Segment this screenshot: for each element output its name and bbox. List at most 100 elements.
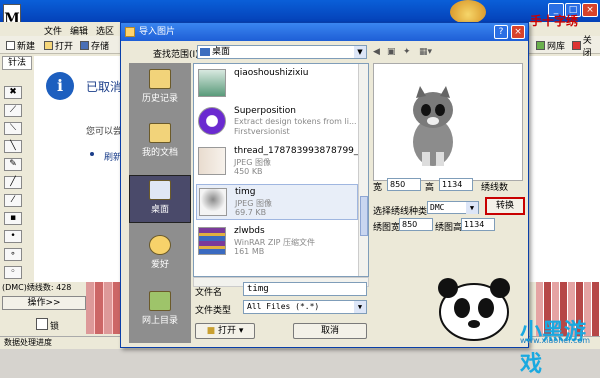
- image-preview: [373, 63, 523, 181]
- stitch-height-label: 绣图高: [435, 223, 463, 233]
- place-network[interactable]: 网上目录: [129, 287, 191, 335]
- backstitch-tool[interactable]: ╲: [4, 140, 22, 153]
- half-stitch-tool[interactable]: ⟋: [4, 104, 22, 117]
- history-icon: [149, 69, 171, 89]
- brand-label: 手十字绣: [530, 14, 579, 28]
- close-app-button[interactable]: 关闭: [572, 36, 600, 59]
- stitch-width-label: 绣图宽: [373, 223, 401, 233]
- quarter-stitch-tool[interactable]: ⟍: [4, 122, 22, 135]
- vertical-scrollbar[interactable]: [358, 64, 368, 276]
- folder-icon: ■: [206, 326, 218, 336]
- dialog-titlebar: 导入图片 ? ×: [121, 23, 528, 41]
- tab-stitch[interactable]: 针法: [2, 56, 32, 70]
- desktop-icon: [149, 180, 171, 200]
- width-field: 850: [387, 178, 421, 191]
- select-kind-label: 选择绣线种类: [373, 207, 428, 217]
- tool-palette: ✖ ⟋ ⟍ ╲ ✎ ╱ ⁄ ▪ • ∘ ◦: [4, 86, 24, 284]
- info-icon: i: [46, 72, 74, 100]
- convert-button[interactable]: 转换: [485, 197, 525, 215]
- stitch-width-input[interactable]: 850: [399, 218, 433, 231]
- thread-count-label: 绣线数: [481, 183, 509, 193]
- place-desktop[interactable]: 桌面: [129, 175, 191, 223]
- cancel-button[interactable]: 取消: [293, 323, 367, 339]
- stitch-height-input[interactable]: 1134: [461, 218, 495, 231]
- eraser-tool[interactable]: ◦: [4, 266, 22, 279]
- network-icon: [149, 291, 171, 311]
- favorites-icon: [149, 235, 171, 255]
- color-palette[interactable]: [86, 282, 120, 334]
- open-button[interactable]: ■ 打开 ▾: [195, 323, 255, 339]
- file-thumbnail: [198, 147, 226, 175]
- chevron-down-icon[interactable]: ▼: [354, 46, 366, 58]
- help-button[interactable]: ?: [494, 25, 508, 39]
- look-in-select[interactable]: 桌面 ▼: [197, 45, 367, 59]
- fill-tool[interactable]: ▪: [4, 212, 22, 225]
- watermark-url: www.xiaohei.com: [520, 336, 591, 345]
- window-close-button[interactable]: ×: [582, 3, 598, 17]
- file-thumbnail: [198, 107, 226, 135]
- new-folder-icon[interactable]: ✦: [403, 47, 414, 57]
- thread-count-readout: (DMC)绣线数: 428: [2, 283, 72, 292]
- cross-stitch-tool[interactable]: ✖: [4, 86, 22, 99]
- panda-logo: [438, 278, 510, 341]
- thread-kind-select[interactable]: DMC ▼: [427, 201, 479, 214]
- operate-button[interactable]: 操作>>: [2, 296, 86, 310]
- right-panel: [528, 56, 600, 282]
- new-icon: [6, 41, 15, 50]
- line-tool[interactable]: ╱: [4, 176, 22, 189]
- pencil-tool[interactable]: ✎: [4, 158, 22, 171]
- save-icon: [80, 41, 89, 50]
- dialog-icon: [125, 27, 135, 37]
- file-list[interactable]: qiaoshoushizixiu Superposition Extract d…: [193, 63, 369, 277]
- network-button[interactable]: 网库: [536, 39, 565, 52]
- kitten-preview-image: [413, 86, 453, 166]
- bullet-icon: [90, 152, 94, 156]
- file-thumbnail: [198, 69, 226, 97]
- open-button[interactable]: 打开: [44, 39, 73, 52]
- french-knot-tool[interactable]: ∘: [4, 248, 22, 261]
- view-menu-icon[interactable]: ▦▾: [419, 47, 441, 57]
- open-icon: [44, 41, 53, 50]
- new-button[interactable]: 新建: [6, 39, 35, 52]
- documents-icon: [149, 123, 171, 143]
- lock-checkbox[interactable]: [36, 318, 48, 330]
- list-item[interactable]: Superposition Extract design tokens from…: [196, 104, 358, 140]
- look-in-label: 查找范围(I): [153, 50, 199, 60]
- list-item[interactable]: zlwbds WinRAR ZIP 压缩文件 161 MB: [196, 224, 358, 260]
- chevron-down-icon[interactable]: ▼: [354, 301, 366, 313]
- height-field: 1134: [439, 178, 473, 191]
- scroll-thumb[interactable]: [360, 196, 368, 236]
- file-name-label: 文件名: [195, 288, 223, 298]
- file-type-label: 文件类型: [195, 306, 232, 316]
- mascot-image: [450, 0, 486, 24]
- places-bar: 历史记录 我的文档 桌面 爱好 网上目录: [129, 63, 191, 343]
- winrar-icon: [198, 227, 226, 255]
- file-thumbnail: [199, 188, 227, 216]
- brush-tool[interactable]: ⁄: [4, 194, 22, 207]
- dialog-title: 导入图片: [139, 27, 176, 37]
- dialog-close-button[interactable]: ×: [511, 25, 525, 39]
- file-name-input[interactable]: timg: [243, 282, 367, 296]
- place-favorites[interactable]: 爱好: [129, 231, 191, 279]
- info-subtitle: 您可以尝: [86, 127, 123, 137]
- back-icon[interactable]: ◀: [373, 47, 384, 57]
- width-label: 宽: [373, 183, 383, 193]
- chevron-down-icon[interactable]: ▼: [466, 202, 478, 214]
- close-icon: [572, 41, 581, 50]
- list-item[interactable]: qiaoshoushizixiu: [196, 66, 358, 102]
- list-item[interactable]: thread_178783993878799_20... JPEG 图像 450…: [196, 144, 368, 180]
- app-titlebar: [0, 0, 600, 22]
- place-history[interactable]: 历史记录: [129, 65, 191, 113]
- place-my-documents[interactable]: 我的文档: [129, 119, 191, 167]
- file-type-select[interactable]: All Files (*.*) ▼: [243, 300, 367, 314]
- lock-label: 锁: [50, 322, 60, 332]
- watermark-logo: 小黑游戏: [520, 320, 587, 377]
- up-folder-icon[interactable]: ▣: [387, 47, 398, 57]
- list-item-selected[interactable]: timg JPEG 图像 69.7 KB: [196, 184, 358, 220]
- save-button[interactable]: 存储: [80, 39, 109, 52]
- bead-tool[interactable]: •: [4, 230, 22, 243]
- info-title: 已取消: [86, 80, 123, 94]
- height-label: 高: [425, 183, 435, 193]
- desktop-folder-icon: [200, 48, 210, 56]
- network-icon: [536, 41, 545, 50]
